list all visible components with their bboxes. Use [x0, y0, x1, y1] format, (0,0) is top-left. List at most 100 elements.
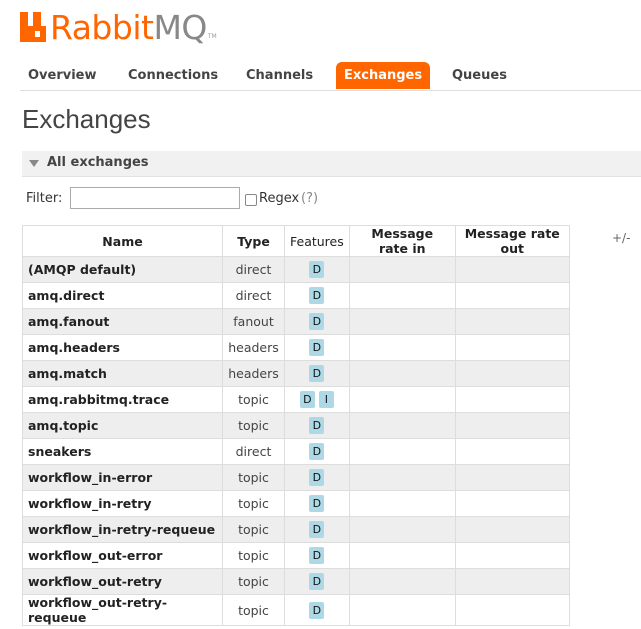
- exchange-type: topic: [222, 464, 285, 491]
- message-rate-in: [348, 438, 456, 465]
- message-rate-out: [454, 412, 570, 439]
- durable-badge: D: [309, 495, 325, 512]
- internal-badge: I: [318, 391, 334, 408]
- exchange-features: D: [284, 490, 350, 517]
- message-rate-in: [348, 282, 456, 309]
- tab-connections[interactable]: Connections: [120, 62, 226, 90]
- exchange-name-link[interactable]: amq.direct: [22, 282, 223, 309]
- header-message-rate-in[interactable]: Message rate in: [348, 225, 456, 257]
- header-message-rate-out[interactable]: Message rate out: [454, 225, 570, 257]
- exchange-features: D: [284, 412, 350, 439]
- column-toggle[interactable]: +/-: [612, 231, 630, 245]
- regex-checkbox[interactable]: [245, 194, 257, 206]
- all-exchanges-section-header[interactable]: All exchanges: [22, 151, 641, 177]
- message-rate-out: [454, 490, 570, 517]
- exchange-name-link[interactable]: workflow_in-retry-requeue: [22, 516, 223, 543]
- exchange-name-link[interactable]: (AMQP default): [22, 256, 223, 283]
- filter-label: Filter:: [26, 191, 63, 206]
- tab-overview[interactable]: Overview: [20, 62, 105, 90]
- trademark: TM: [207, 33, 217, 40]
- logo-text-mq: MQ: [153, 7, 207, 47]
- message-rate-out: [454, 568, 570, 595]
- message-rate-in: [348, 360, 456, 387]
- exchange-name-link[interactable]: amq.rabbitmq.trace: [22, 386, 223, 413]
- exchange-type: direct: [222, 256, 285, 283]
- exchange-name-link[interactable]: workflow_out-retry-requeue: [22, 594, 223, 626]
- durable-badge: D: [309, 313, 325, 330]
- tab-channels[interactable]: Channels: [238, 62, 321, 90]
- message-rate-out: [454, 464, 570, 491]
- page-title: Exchanges: [22, 104, 151, 134]
- header-name[interactable]: Name: [22, 225, 223, 257]
- exchange-name-link[interactable]: workflow_out-retry: [22, 568, 223, 595]
- main-tabs: Overview Connections Channels Exchanges …: [20, 62, 641, 91]
- message-rate-out: [454, 542, 570, 569]
- exchange-type: headers: [222, 360, 285, 387]
- exchange-type: direct: [222, 438, 285, 465]
- tab-queues[interactable]: Queues: [444, 62, 515, 90]
- message-rate-out: [454, 438, 570, 465]
- logo-text-rabbit: Rabbit: [50, 7, 154, 47]
- message-rate-out: [454, 360, 570, 387]
- tab-exchanges[interactable]: Exchanges: [336, 62, 431, 89]
- durable-badge: D: [309, 443, 325, 460]
- exchange-features: D: [284, 542, 350, 569]
- exchange-type: topic: [222, 386, 285, 413]
- message-rate-out: [454, 256, 570, 283]
- table-row: workflow_out-error topic D: [22, 542, 570, 569]
- table-row: amq.rabbitmq.trace topic D I: [22, 386, 570, 413]
- durable-badge: D: [309, 601, 325, 619]
- exchange-features: DI: [284, 386, 350, 413]
- table-row: amq.topic topic D: [22, 412, 570, 439]
- collapse-triangle-icon[interactable]: [29, 160, 39, 167]
- rabbitmq-logo[interactable]: RabbitMQ TM: [20, 8, 217, 46]
- regex-label: Regex: [259, 191, 300, 206]
- exchanges-table: Name Type Features Message rate in Messa…: [22, 225, 570, 626]
- rabbitmq-logo-icon: [20, 12, 46, 42]
- exchange-features: D: [284, 464, 350, 491]
- durable-badge: D: [309, 573, 325, 590]
- table-row: amq.headers headers D: [22, 334, 570, 361]
- message-rate-in: [348, 386, 456, 413]
- exchange-features: D: [284, 256, 350, 283]
- regex-help-link[interactable]: (?): [301, 191, 318, 206]
- exchange-features: D: [284, 360, 350, 387]
- exchange-name-link[interactable]: amq.fanout: [22, 308, 223, 335]
- table-row: amq.direct direct D: [22, 282, 570, 309]
- exchange-name-link[interactable]: workflow_in-error: [22, 464, 223, 491]
- durable-badge: D: [309, 469, 325, 486]
- exchange-features: D: [284, 594, 350, 626]
- exchange-name-link[interactable]: amq.topic: [22, 412, 223, 439]
- message-rate-out: [454, 282, 570, 309]
- exchange-features: D: [284, 334, 350, 361]
- durable-badge: D: [309, 261, 325, 278]
- durable-badge: D: [309, 365, 325, 382]
- message-rate-in: [348, 412, 456, 439]
- message-rate-out: [454, 516, 570, 543]
- exchange-type: topic: [222, 594, 285, 626]
- durable-badge: D: [309, 521, 325, 538]
- table-row: workflow_in-retry-requeue topic D: [22, 516, 570, 543]
- table-row: (AMQP default) direct D: [22, 256, 570, 283]
- exchange-type: topic: [222, 568, 285, 595]
- message-rate-in: [348, 542, 456, 569]
- exchange-name-link[interactable]: amq.headers: [22, 334, 223, 361]
- header-type[interactable]: Type: [222, 225, 285, 257]
- exchange-type: direct: [222, 282, 285, 309]
- exchange-name-link[interactable]: amq.match: [22, 360, 223, 387]
- table-header-row: Name Type Features Message rate in Messa…: [22, 225, 570, 257]
- message-rate-in: [348, 308, 456, 335]
- exchange-features: D: [284, 282, 350, 309]
- exchange-name-link[interactable]: workflow_in-retry: [22, 490, 223, 517]
- header-features: Features: [284, 225, 350, 257]
- message-rate-out: [454, 594, 570, 626]
- message-rate-out: [454, 308, 570, 335]
- exchange-name-link[interactable]: sneakers: [22, 438, 223, 465]
- message-rate-in: [348, 516, 456, 543]
- exchange-type: topic: [222, 412, 285, 439]
- exchange-type: topic: [222, 490, 285, 517]
- message-rate-in: [348, 594, 456, 626]
- durable-badge: D: [309, 287, 325, 304]
- filter-input[interactable]: [70, 187, 240, 209]
- exchange-name-link[interactable]: workflow_out-error: [22, 542, 223, 569]
